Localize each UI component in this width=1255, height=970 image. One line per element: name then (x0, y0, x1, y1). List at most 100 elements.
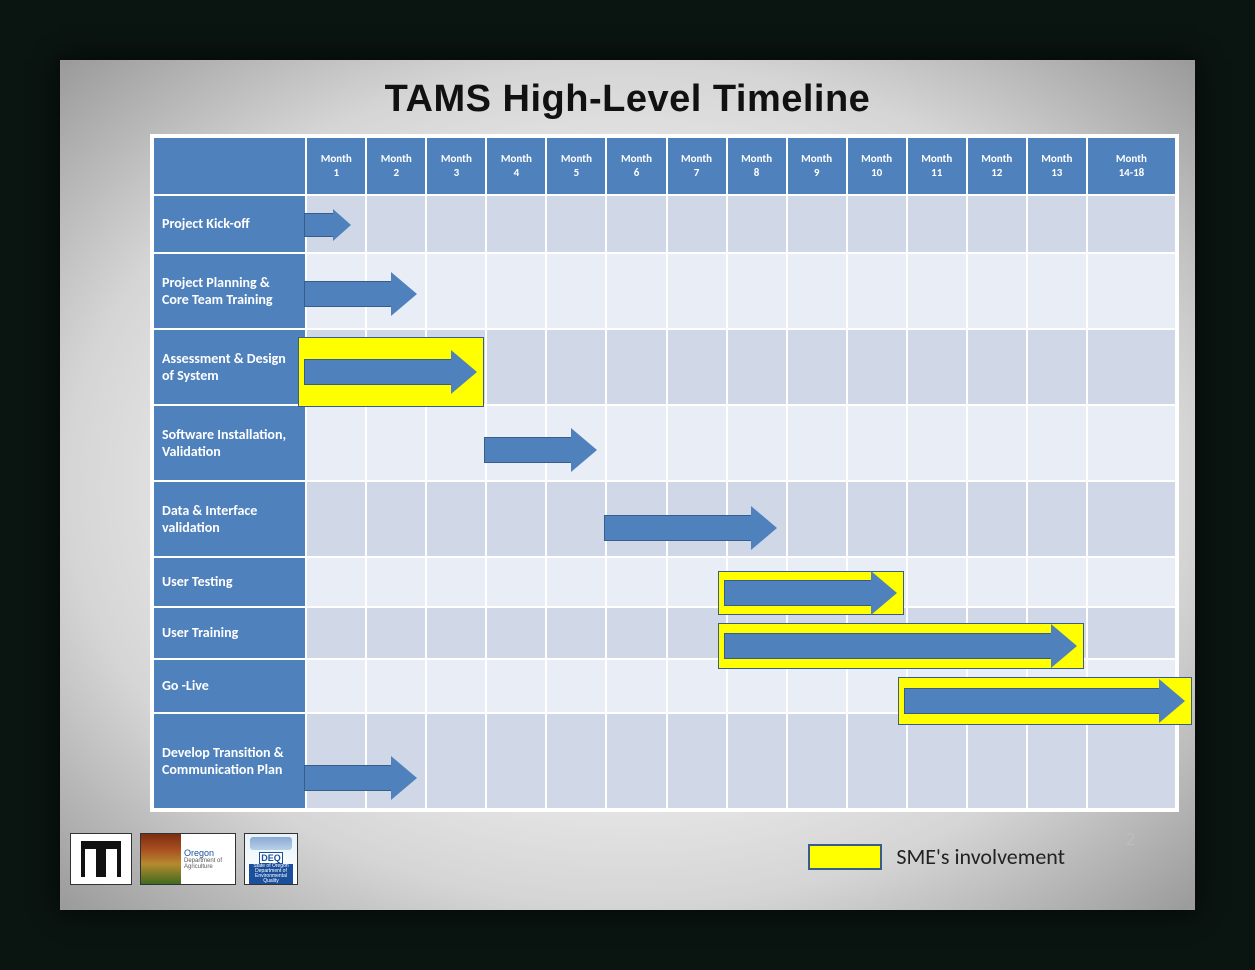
timeline-cell (907, 195, 967, 253)
presentation-frame: TAMS High-Level Timeline Month1Month2Mon… (0, 0, 1255, 970)
timeline-cell (426, 607, 486, 659)
timeline-cell (486, 713, 546, 809)
timeline-cell (606, 713, 666, 809)
timeline-cell (907, 607, 967, 659)
task-label: Develop Transition & Communication Plan (153, 713, 306, 809)
task-row: Develop Transition & Communication Plan (153, 713, 1176, 809)
timeline-cell (1087, 557, 1176, 607)
timeline-cell (847, 195, 907, 253)
timeline-cell (727, 713, 787, 809)
legend-swatch (808, 844, 882, 870)
timeline-cell (546, 195, 606, 253)
page-number: 2 (1126, 828, 1135, 850)
timeline-cell (486, 557, 546, 607)
timeline-cell (967, 659, 1027, 713)
legend-label: SME's involvement (896, 845, 1065, 869)
timeline-cell (787, 713, 847, 809)
timeline-cell (546, 557, 606, 607)
task-label: Assessment & Design of System (153, 329, 306, 405)
timeline-cell (967, 195, 1027, 253)
timeline-cell (426, 713, 486, 809)
timeline-cell (366, 329, 426, 405)
timeline-cell (426, 557, 486, 607)
month-header: Month14-18 (1087, 137, 1176, 195)
timeline-cell (1087, 659, 1176, 713)
timeline-cell (907, 405, 967, 481)
timeline-table: Month1Month2Month3Month4Month5Month6Mont… (152, 136, 1177, 810)
timeline-cell (426, 405, 486, 481)
timeline-cell (667, 481, 727, 557)
timeline-cell (606, 253, 666, 329)
task-row: Data & Interface validation (153, 481, 1176, 557)
timeline-cell (426, 481, 486, 557)
timeline-cell (1027, 607, 1087, 659)
timeline-cell (486, 253, 546, 329)
task-row: Project Kick-off (153, 195, 1176, 253)
timeline-cell (546, 405, 606, 481)
task-row: Assessment & Design of System (153, 329, 1176, 405)
timeline-cell (667, 713, 727, 809)
task-label: Data & Interface validation (153, 481, 306, 557)
month-header: Month11 (907, 137, 967, 195)
timeline-cell (606, 195, 666, 253)
timeline-cell (847, 557, 907, 607)
timeline-cell (606, 481, 666, 557)
month-header: Month6 (606, 137, 666, 195)
timeline-cell (967, 253, 1027, 329)
timeline-cell (667, 329, 727, 405)
oda-subtitle: Department of Agriculture (184, 858, 235, 870)
slide: TAMS High-Level Timeline Month1Month2Mon… (60, 60, 1195, 910)
header-corner (153, 137, 306, 195)
timeline-cell (667, 557, 727, 607)
timeline-cell (306, 253, 366, 329)
timeline-cell (546, 607, 606, 659)
timeline-cell (1027, 481, 1087, 557)
timeline-cell (546, 481, 606, 557)
legend: SME's involvement (808, 844, 1065, 870)
timeline-cell (306, 557, 366, 607)
timeline-cell (907, 659, 967, 713)
timeline-cell (967, 329, 1027, 405)
timeline-cell (727, 195, 787, 253)
month-header: Month1 (306, 137, 366, 195)
timeline-cell (847, 607, 907, 659)
month-header: Month7 (667, 137, 727, 195)
timeline-cell (366, 253, 426, 329)
timeline-cell (306, 481, 366, 557)
timeline-cell (727, 607, 787, 659)
timeline-cell (426, 195, 486, 253)
month-header: Month5 (546, 137, 606, 195)
month-header: Month12 (967, 137, 1027, 195)
timeline-cell (1027, 253, 1087, 329)
timeline-cell (606, 405, 666, 481)
timeline-cell (667, 405, 727, 481)
timeline-cell (1027, 659, 1087, 713)
timeline-cell (306, 405, 366, 481)
timeline-cell (1027, 329, 1087, 405)
timeline-cell (907, 329, 967, 405)
timeline-cell (1087, 481, 1176, 557)
timeline-cell (727, 557, 787, 607)
timeline-cell (727, 481, 787, 557)
timeline-cell (787, 329, 847, 405)
timeline-cell (486, 195, 546, 253)
timeline-cell (426, 659, 486, 713)
timeline-cell (787, 481, 847, 557)
task-row: Project Planning & Core Team Training (153, 253, 1176, 329)
timeline-cell (426, 253, 486, 329)
task-row: User Training (153, 607, 1176, 659)
timeline-table-wrap: Month1Month2Month3Month4Month5Month6Mont… (150, 134, 1179, 812)
task-label: Project Kick-off (153, 195, 306, 253)
timeline-cell (606, 659, 666, 713)
timeline-cell (787, 253, 847, 329)
timeline-cell (486, 659, 546, 713)
month-header: Month2 (366, 137, 426, 195)
timeline-cell (907, 557, 967, 607)
task-label: User Training (153, 607, 306, 659)
timeline-cell (1087, 253, 1176, 329)
timeline-cell (787, 405, 847, 481)
timeline-cell (1027, 195, 1087, 253)
timeline-cell (727, 405, 787, 481)
timeline-body: Project Kick-offProject Planning & Core … (153, 195, 1176, 809)
timeline-cell (847, 253, 907, 329)
